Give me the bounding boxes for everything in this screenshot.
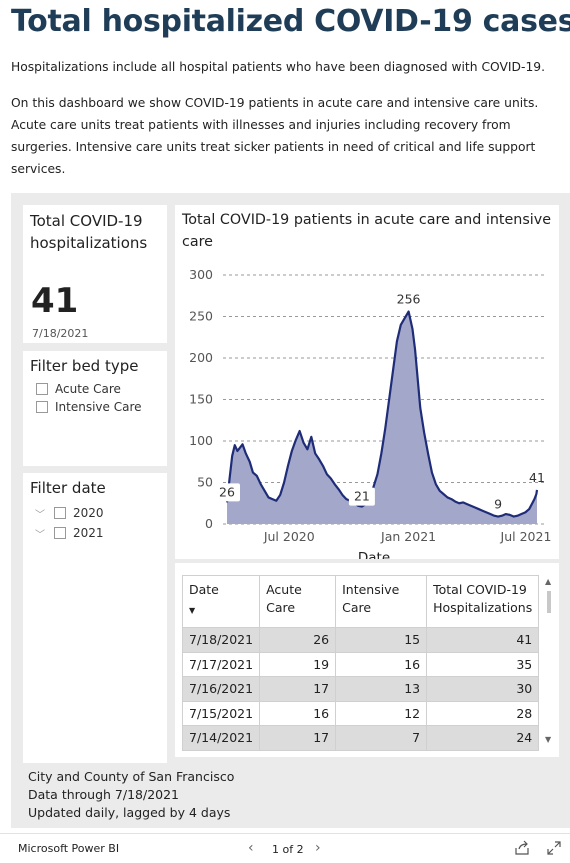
scroll-down-icon[interactable]: ▼ — [545, 735, 551, 744]
checkbox-icon[interactable] — [54, 507, 66, 519]
kpi-card: Total COVID-19 hospitalizations 41 7/18/… — [23, 205, 167, 343]
filter-option-2020[interactable]: ﹀ 2020 — [34, 505, 104, 521]
option-label: 2021 — [73, 526, 104, 540]
data-label: 21 — [354, 489, 370, 504]
table-cell: 19 — [259, 651, 337, 677]
table-row[interactable]: 7/14/2021 17 7 24 — [181, 725, 540, 751]
chevron-left-icon[interactable]: ‹ — [248, 840, 254, 856]
table-cell: 35 — [426, 651, 540, 677]
y-tick-label: 50 — [197, 475, 213, 490]
hospitalizations-table: Date ▼ Acute Care Intensive Care Total C… — [175, 563, 559, 757]
kpi-date: 7/18/2021 — [32, 327, 89, 340]
table-cell: 7 — [335, 725, 428, 751]
table-cell: 16 — [335, 651, 428, 677]
y-tick-label: 0 — [205, 516, 213, 531]
x-axis-label: Date — [358, 550, 390, 559]
footer-line-1: City and County of San Francisco — [28, 769, 235, 784]
y-tick-label: 250 — [189, 309, 213, 324]
checkbox-icon[interactable] — [36, 383, 48, 395]
data-table: Date ▼ Acute Care Intensive Care Total C… — [181, 575, 540, 751]
table-cell: 7/16/2021 — [181, 676, 261, 702]
hospitalizations-chart: Total COVID-19 patients in acute care an… — [175, 205, 559, 559]
header-label: Date — [189, 582, 219, 597]
scroll-up-icon[interactable]: ▲ — [545, 577, 551, 586]
table-cell: 7/15/2021 — [181, 700, 261, 726]
table-cell: 41 — [426, 627, 540, 653]
table-cell: 30 — [426, 676, 540, 702]
chevron-down-icon[interactable]: ﹀ — [34, 506, 46, 521]
column-header-date[interactable]: Date ▼ — [181, 575, 261, 628]
powerbi-brand-link[interactable]: Microsoft Power BI — [18, 842, 119, 855]
filter-date: Filter date ﹀ 2020 ﹀ 2021 — [23, 473, 167, 763]
filter-option-2021[interactable]: ﹀ 2021 — [34, 525, 104, 541]
intro-paragraph-2: On this dashboard we show COVID-19 patie… — [11, 96, 539, 176]
scroll-thumb[interactable] — [547, 591, 551, 613]
footer-line-3: Updated daily, lagged by 4 days — [28, 805, 231, 820]
data-label: 9 — [494, 497, 502, 512]
option-label: 2020 — [73, 506, 104, 520]
y-tick-label: 150 — [189, 392, 213, 407]
fullscreen-icon[interactable] — [546, 840, 562, 856]
table-row[interactable]: 7/16/2021 17 13 30 — [181, 676, 540, 702]
column-header-total[interactable]: Total COVID-19 Hospitalizations — [426, 575, 540, 628]
filter-bed-type: Filter bed type Acute Care Intensive Car… — [23, 351, 167, 466]
filter-date-title: Filter date — [30, 479, 106, 497]
data-label: 41 — [529, 470, 545, 485]
series-area — [227, 311, 537, 524]
option-label: Acute Care — [55, 382, 121, 396]
powerbi-report: Total COVID-19 hospitalizations 41 7/18/… — [11, 193, 570, 828]
x-tick-label: Jul 2021 — [500, 529, 552, 544]
column-header-acute[interactable]: Acute Care — [259, 575, 337, 628]
intro-paragraph-1: Hospitalizations include all hospital pa… — [11, 60, 546, 74]
filter-bed-title: Filter bed type — [30, 357, 139, 375]
x-tick-label: Jan 2021 — [380, 529, 436, 544]
y-tick-label: 100 — [189, 433, 213, 448]
table-row[interactable]: 7/18/2021 26 15 41 — [181, 627, 540, 653]
data-label: 256 — [397, 292, 421, 307]
filter-option-intensive-care[interactable]: Intensive Care — [36, 399, 142, 415]
table-scrollbar[interactable]: ▲ ▼ — [545, 577, 553, 747]
kpi-value: 41 — [31, 281, 79, 321]
footer-note: City and County of San Francisco Data th… — [28, 768, 234, 822]
checkbox-icon[interactable] — [36, 401, 48, 413]
table-cell: 7/17/2021 — [181, 651, 261, 677]
table-cell: 24 — [426, 725, 540, 751]
table-cell: 17 — [259, 676, 337, 702]
chevron-down-icon[interactable]: ﹀ — [34, 526, 46, 541]
option-label: Intensive Care — [55, 400, 142, 414]
table-cell: 7/18/2021 — [181, 627, 261, 653]
sort-desc-icon[interactable]: ▼ — [189, 602, 253, 620]
filter-option-acute-care[interactable]: Acute Care — [36, 381, 121, 397]
x-tick-label: Jul 2020 — [263, 529, 315, 544]
kpi-title: Total COVID-19 hospitalizations — [30, 212, 148, 252]
table-cell: 12 — [335, 700, 428, 726]
share-icon[interactable] — [514, 840, 530, 856]
table-cell: 7/14/2021 — [181, 725, 261, 751]
table-cell: 13 — [335, 676, 428, 702]
page-indicator: 1 of 2 — [272, 843, 304, 856]
area-chart: 0 50 100 150 200 250 300 Jul 2020 Jan 2021 Jul 20… — [189, 267, 552, 559]
chevron-right-icon[interactable]: › — [315, 840, 321, 856]
table-cell: 17 — [259, 725, 337, 751]
table-row[interactable]: 7/17/2021 19 16 35 — [181, 651, 540, 677]
footer-line-2: Data through 7/18/2021 — [28, 787, 180, 802]
table-row[interactable]: 7/15/2021 16 12 28 — [181, 700, 540, 726]
table-cell: 16 — [259, 700, 337, 726]
page-title: Total hospitalized COVID-19 cases — [11, 4, 570, 39]
table-cell: 26 — [259, 627, 337, 653]
table-cell: 15 — [335, 627, 428, 653]
column-header-intensive[interactable]: Intensive Care — [335, 575, 428, 628]
y-tick-label: 200 — [189, 350, 213, 365]
checkbox-icon[interactable] — [54, 527, 66, 539]
y-tick-label: 300 — [189, 267, 213, 282]
powerbi-bottom-bar: Microsoft Power BI ‹ 1 of 2 › — [0, 833, 570, 863]
data-label: 26 — [219, 484, 235, 499]
table-cell: 28 — [426, 700, 540, 726]
